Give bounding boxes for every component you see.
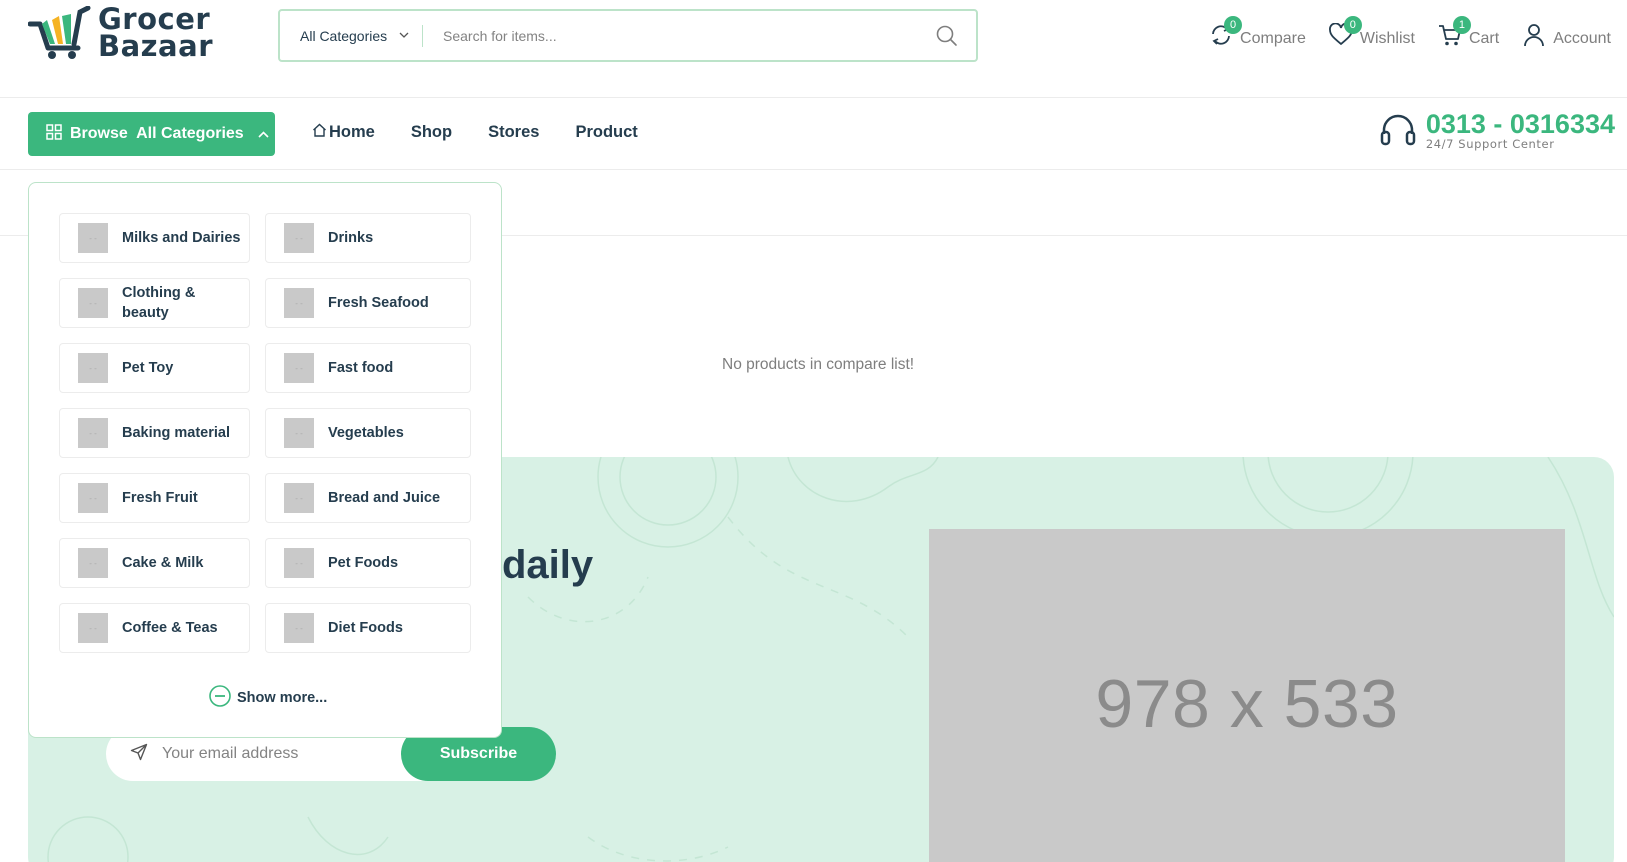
search-icon[interactable] [936, 25, 958, 52]
category-thumbnail: - - [284, 223, 314, 253]
category-thumbnail: - - [284, 483, 314, 513]
category-name: Fast food [328, 360, 394, 376]
wishlist-count-badge: 0 [1343, 16, 1362, 34]
category-name: Pet Foods [328, 555, 399, 571]
support-phone[interactable]: 0313 - 0316334 [1426, 110, 1615, 138]
newsletter-title: daily [502, 543, 594, 587]
category-item[interactable]: - - Pet Toy [59, 343, 250, 393]
user-icon [1524, 24, 1545, 47]
category-thumbnail: - - [78, 418, 108, 448]
category-name: Baking material [122, 425, 230, 441]
category-name: Clothing & beauty [122, 285, 196, 321]
category-item[interactable]: - - Fresh Fruit [59, 473, 250, 523]
browse-categories-label: Browse All Categories [70, 125, 244, 142]
category-name: Vegetables [328, 425, 404, 441]
category-item[interactable]: - - Drinks [265, 213, 471, 263]
support-subtitle: 24/7 Support Center [1425, 137, 1555, 151]
wishlist-label: Wishlist [1359, 30, 1415, 47]
category-thumbnail: - - [78, 613, 108, 643]
grid-icon [46, 123, 62, 145]
chevron-down-icon [399, 30, 409, 41]
category-thumbnail: - - [284, 548, 314, 578]
account-label: Account [1553, 30, 1611, 47]
category-thumbnail: - - [78, 483, 108, 513]
category-name: Milks and Dairies [122, 230, 241, 246]
category-thumbnail: - - [284, 418, 314, 448]
show-more-label: Show more... [237, 690, 328, 706]
category-item[interactable]: - - Vegetables [265, 408, 471, 458]
category-thumbnail: - - [78, 223, 108, 253]
compare-label: Compare [1240, 30, 1306, 47]
cart-link[interactable]: 1 Cart [1435, 16, 1500, 50]
cart-logo-icon [28, 6, 91, 59]
nav-product[interactable]: Product [575, 123, 637, 142]
category-name: Pet Toy [122, 360, 174, 376]
cart-count-badge: 1 [1452, 16, 1471, 34]
nav-home-label: Home [329, 123, 375, 141]
categories-dropdown: - - Milks and Dairies - - Drinks - - Clothi… [28, 182, 502, 738]
browse-categories-button[interactable]: Browse All Categories [28, 112, 275, 156]
send-icon [130, 743, 148, 766]
main-navbar: Browse All Categories Home Shop Stores P… [0, 98, 1627, 170]
category-thumbnail: - - [284, 353, 314, 383]
category-item[interactable]: - - Pet Foods [265, 538, 471, 588]
headset-icon [1380, 114, 1416, 146]
category-name: Fresh Fruit [122, 490, 198, 506]
category-item[interactable]: - - Fresh Seafood [265, 278, 471, 328]
compare-count-badge: 0 [1224, 16, 1243, 34]
nav-home[interactable]: Home [312, 123, 375, 142]
category-thumbnail: - - [284, 288, 314, 318]
category-item[interactable]: - - Cake & Milk [59, 538, 250, 588]
category-thumbnail: - - [284, 613, 314, 643]
category-select-label: All Categories [300, 27, 388, 44]
category-item[interactable]: - - Bread and Juice [265, 473, 471, 523]
logo-text: Grocer Bazaar [98, 5, 213, 63]
nav-shop[interactable]: Shop [411, 123, 452, 142]
logo-line-2: Bazaar [98, 29, 213, 63]
category-grid: - - Milks and Dairies - - Drinks - - Clothi… [59, 213, 471, 653]
category-item[interactable]: - - Diet Foods [265, 603, 471, 653]
category-item[interactable]: - - Clothing & beauty [59, 278, 250, 328]
compare-link[interactable]: 0 Compare [1206, 16, 1306, 50]
account-link[interactable]: Account [1519, 20, 1611, 50]
category-thumbnail: - - [78, 548, 108, 578]
category-thumbnail: - - [78, 353, 108, 383]
category-name: Bread and Juice [328, 490, 441, 506]
nav-links: Home Shop Stores Product [312, 123, 674, 142]
show-more-button[interactable]: Show more... [209, 685, 327, 711]
category-item[interactable]: - - Coffee & Teas [59, 603, 250, 653]
email-input[interactable] [162, 745, 382, 763]
chevron-up-icon [258, 125, 269, 143]
logo[interactable]: Grocer Bazaar [28, 5, 213, 63]
category-item[interactable]: - - Fast food [265, 343, 471, 393]
category-item[interactable]: - - Baking material [59, 408, 250, 458]
category-name: Diet Foods [328, 620, 403, 636]
cart-label: Cart [1468, 30, 1500, 47]
category-item[interactable]: - - Milks and Dairies [59, 213, 250, 263]
page: Grocer Bazaar All Categories 0 [0, 0, 1627, 862]
header-top: Grocer Bazaar All Categories 0 [0, 0, 1627, 98]
category-thumbnail: - - [78, 288, 108, 318]
nav-stores[interactable]: Stores [488, 123, 539, 142]
home-icon [312, 123, 327, 142]
category-name: Coffee & Teas [122, 620, 218, 636]
header-actions: 0 Compare 0 Wishlist 1 Cart Account [1186, 16, 1611, 50]
minus-circle-icon [209, 685, 231, 711]
category-name: Cake & Milk [122, 555, 204, 571]
wishlist-link[interactable]: 0 Wishlist [1326, 16, 1415, 50]
search-bar: All Categories [278, 9, 978, 62]
compare-empty-message: No products in compare list! [722, 356, 915, 373]
category-select[interactable]: All Categories [280, 24, 423, 47]
banner-image-placeholder: 978 x 533 [929, 529, 1565, 862]
search-input[interactable] [443, 27, 923, 44]
support-contact: 0313 - 0316334 24/7 Support Center [1378, 110, 1615, 150]
category-name: Fresh Seafood [328, 295, 429, 311]
category-name: Drinks [328, 230, 374, 246]
